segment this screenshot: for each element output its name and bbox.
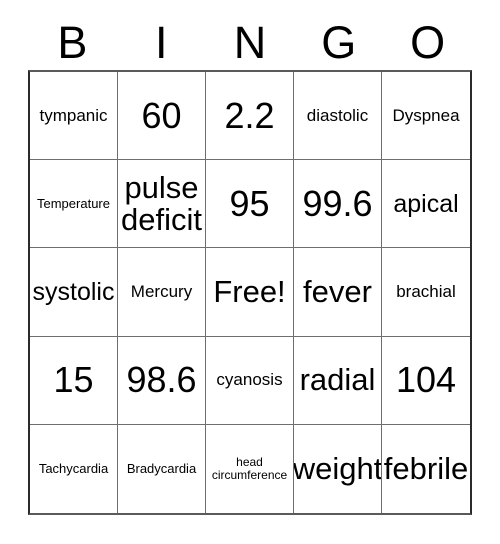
bingo-cell-r4c3[interactable]: cyanosis [206, 336, 294, 425]
bingo-header-letter-n: N [233, 16, 267, 68]
bingo-cell-r1c2[interactable]: 60 [118, 72, 206, 161]
bingo-cell-text: head circumference [211, 455, 288, 482]
bingo-cell-text: tympanic [39, 105, 108, 125]
bingo-cell-r5c2[interactable]: Bradycardia [118, 424, 206, 513]
bingo-cell-r5c4[interactable]: weight [294, 424, 382, 513]
bingo-cell-free-space[interactable]: Free! [206, 248, 294, 337]
bingo-cell-r1c3[interactable]: 2.2 [206, 72, 294, 161]
bingo-cell-text: 98.6 [126, 359, 197, 401]
bingo-cell-r5c1[interactable]: Tachycardia [30, 424, 118, 513]
bingo-cell-r5c3[interactable]: head circumference [206, 424, 294, 513]
bingo-header-letter-o: O [410, 16, 446, 68]
bingo-cell-text: 2.2 [224, 94, 275, 136]
bingo-header-letter-b: B [57, 16, 88, 68]
bingo-cell-r3c2[interactable]: Mercury [118, 248, 206, 337]
bingo-cell-text: cyanosis [216, 370, 283, 390]
bingo-cell-text: febrile [383, 450, 469, 486]
bingo-cell-text: weight [294, 450, 382, 486]
bingo-cell-r4c5[interactable]: 104 [382, 337, 470, 425]
bingo-cell-r3c4[interactable]: fever [294, 248, 382, 337]
bingo-cell-text: radial [299, 362, 376, 398]
bingo-cell-text: Mercury [130, 282, 193, 302]
bingo-cell-r1c1[interactable]: tympanic [30, 72, 118, 161]
bingo-header-letter-g: G [321, 16, 357, 68]
bingo-header-letter-i: I [154, 16, 168, 68]
bingo-free-space-text: Free! [213, 273, 286, 309]
bingo-cell-r2c3[interactable]: 95 [206, 160, 294, 249]
bingo-cell-r4c2[interactable]: 98.6 [118, 336, 206, 425]
bingo-cell-text: 104 [395, 359, 457, 401]
bingo-cell-r1c5[interactable]: Dyspnea [382, 72, 470, 161]
bingo-cell-text: systolic [32, 277, 115, 306]
bingo-cell-text: 15 [53, 359, 94, 401]
bingo-cell-text: Temperature [37, 196, 110, 212]
bingo-cell-r3c5[interactable]: brachial [382, 248, 470, 337]
bingo-cell-r3c1[interactable]: systolic [30, 248, 118, 337]
bingo-cell-r4c1[interactable]: 15 [30, 336, 118, 425]
bingo-cell-r2c5[interactable]: apical [382, 160, 470, 249]
bingo-card: B I N G O tympanic 60 2.2 diastolic Dysp… [0, 0, 500, 544]
bingo-grid: tympanic 60 2.2 diastolic Dyspnea Temper… [28, 70, 472, 515]
bingo-cell-text: 95 [229, 183, 270, 225]
bingo-cell-text: brachial [396, 282, 456, 302]
bingo-cell-text: Bradycardia [126, 461, 197, 477]
bingo-cell-r1c4[interactable]: diastolic [294, 72, 382, 161]
bingo-cell-text: diastolic [306, 105, 369, 125]
bingo-cell-r5c5[interactable]: febrile [382, 425, 470, 513]
bingo-cell-text: 60 [141, 94, 182, 136]
bingo-cell-r2c4[interactable]: 99.6 [294, 160, 382, 249]
bingo-cell-text: 99.6 [302, 183, 373, 225]
bingo-cell-text: Tachycardia [38, 461, 109, 477]
bingo-header-row: B I N G O [28, 14, 472, 70]
bingo-cell-text: Dyspnea [392, 105, 460, 125]
bingo-cell-text: pulse deficit [121, 169, 202, 237]
bingo-cell-r2c2[interactable]: pulse deficit [118, 160, 206, 249]
bingo-cell-text: fever [303, 273, 372, 309]
bingo-cell-r4c4[interactable]: radial [294, 336, 382, 425]
bingo-cell-r2c1[interactable]: Temperature [30, 160, 118, 249]
bingo-cell-text: apical [393, 189, 459, 218]
